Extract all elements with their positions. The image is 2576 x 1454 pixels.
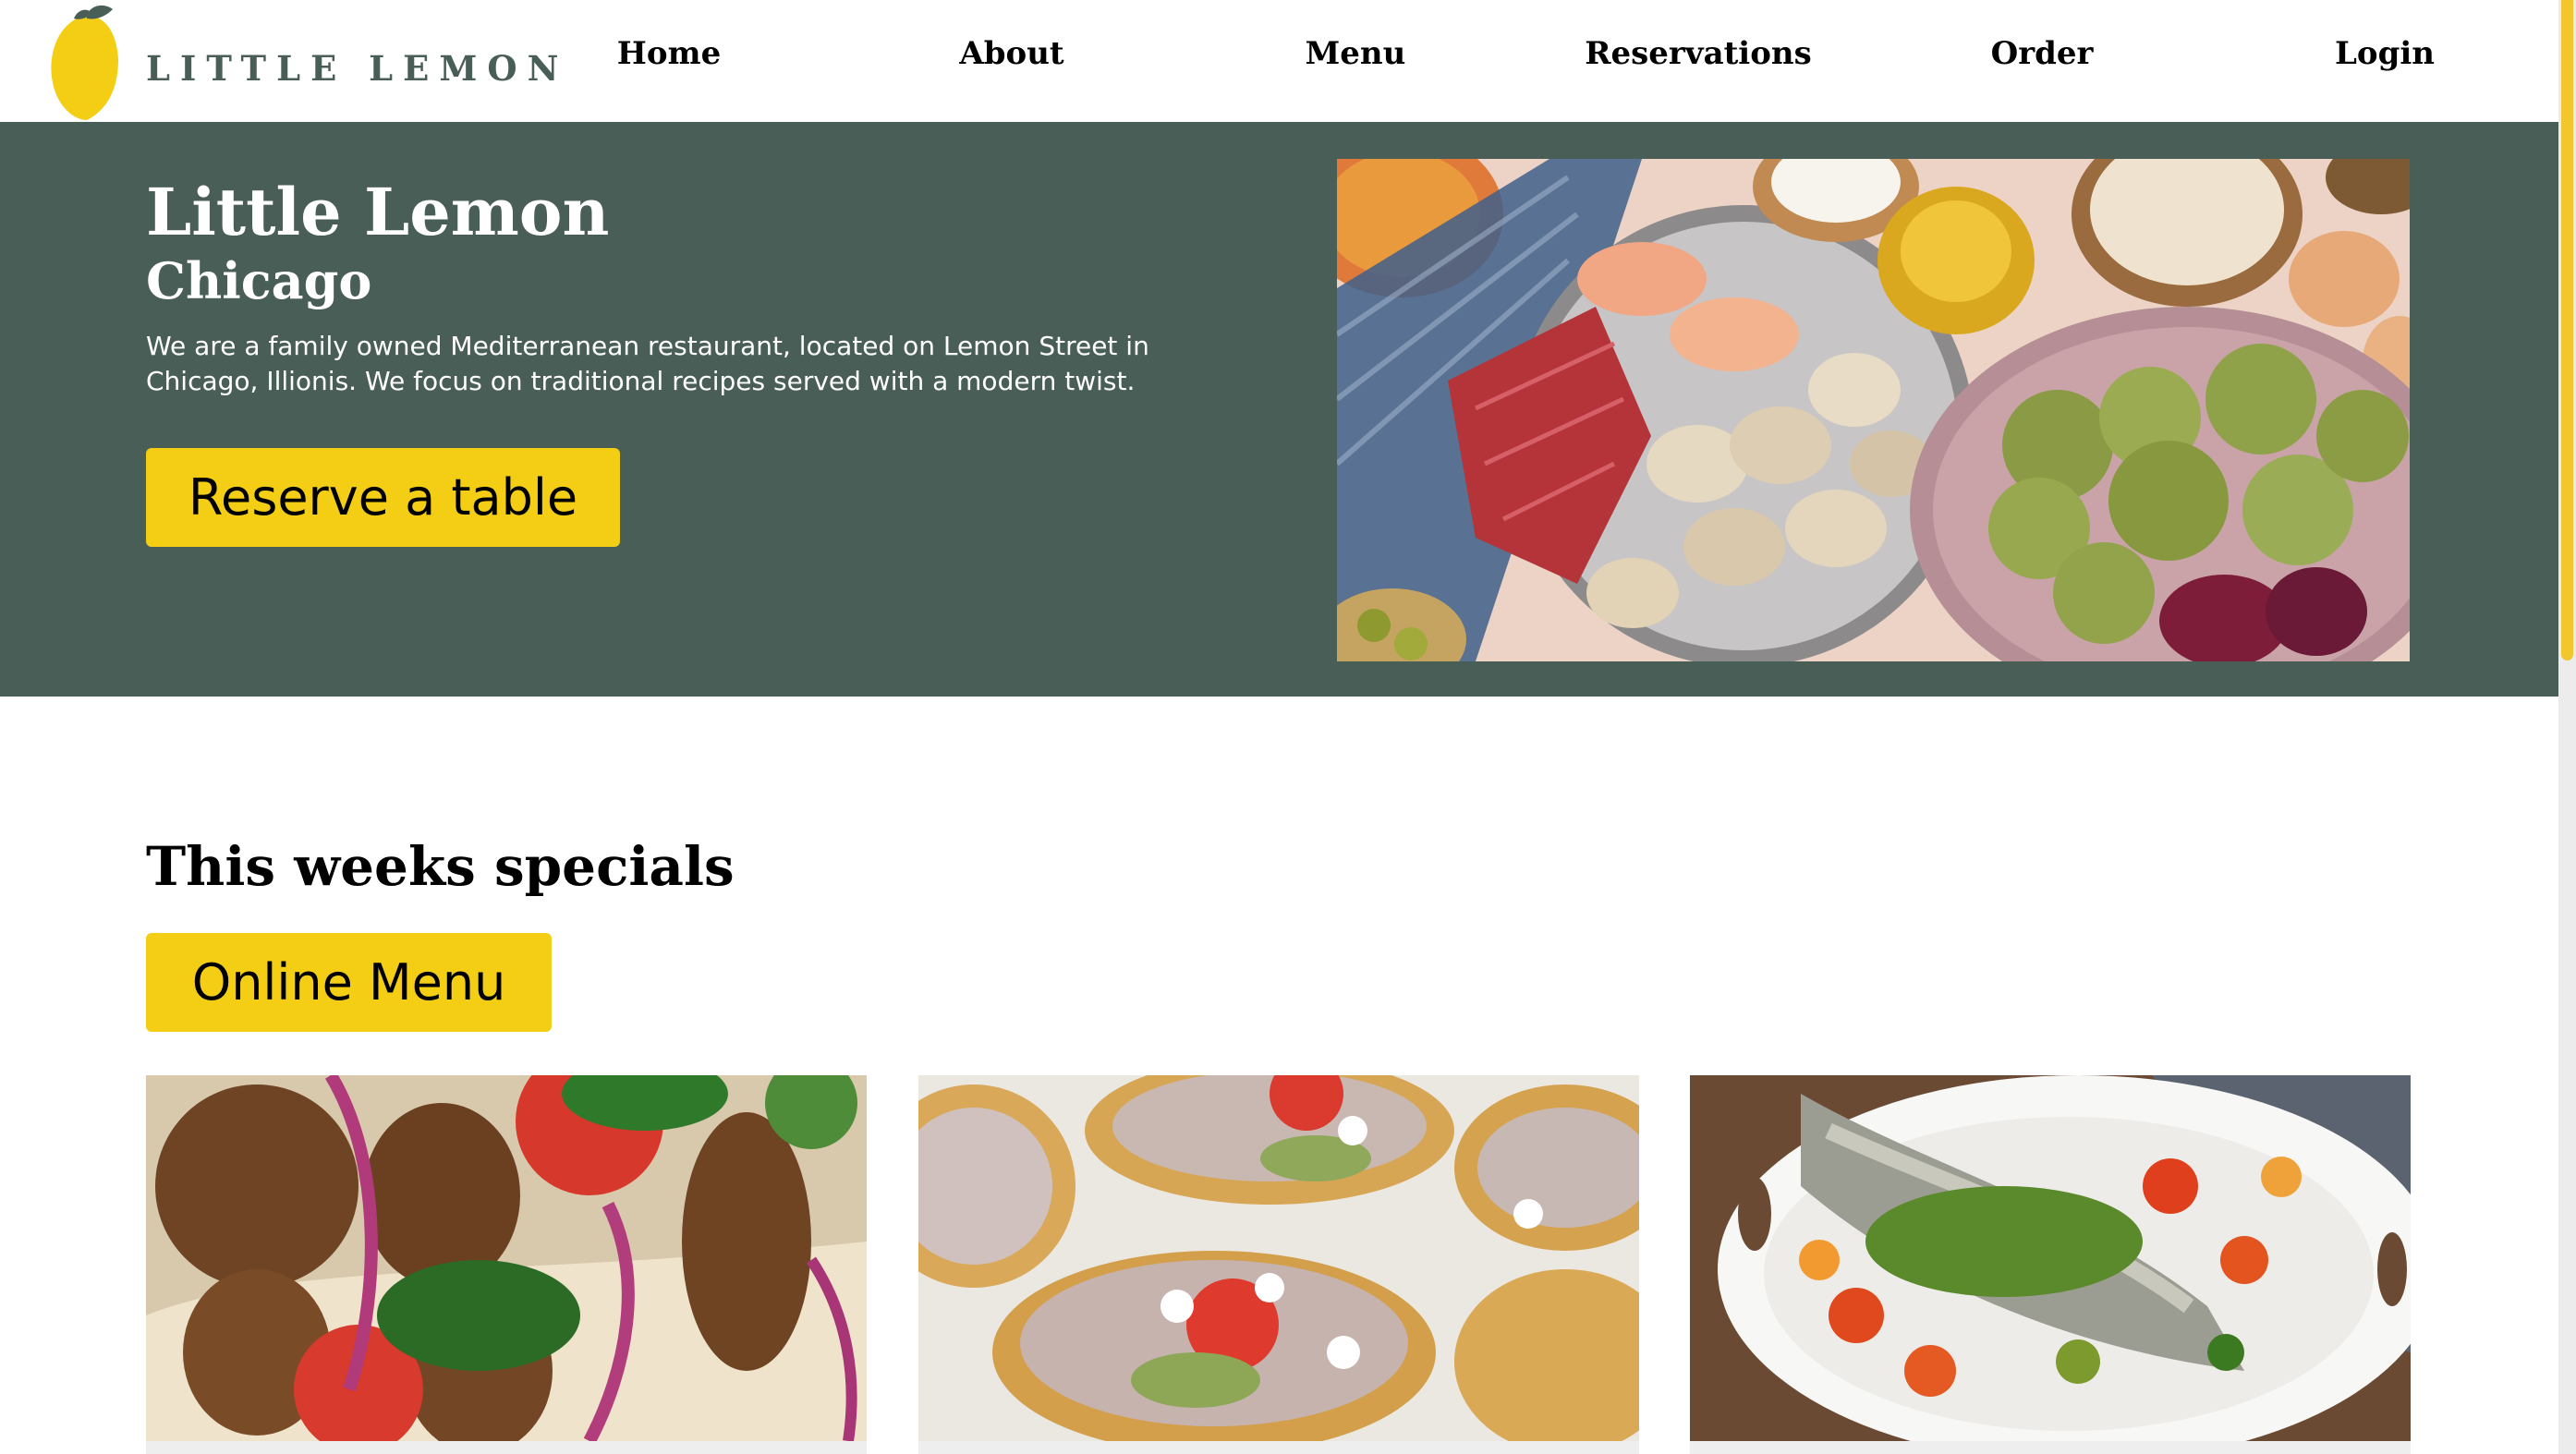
special-card[interactable] xyxy=(1690,1075,2411,1454)
hero-section: Little Lemon Chicago We are a family own… xyxy=(0,122,2558,697)
nav-order[interactable]: Order xyxy=(1991,35,2094,72)
online-menu-button[interactable]: Online Menu xyxy=(146,933,552,1032)
nav-reservations[interactable]: Reservations xyxy=(1585,35,1812,72)
nav-login[interactable]: Login xyxy=(2335,35,2435,72)
hero-food-image xyxy=(1337,159,2410,661)
bruschetta-image xyxy=(918,1075,1639,1441)
hero-description: We are a family owned Mediterranean rest… xyxy=(146,331,1149,396)
reserve-table-button[interactable]: Reserve a table xyxy=(146,448,620,547)
hero-subtitle: Chicago xyxy=(146,251,372,310)
scrollbar-thumb[interactable] xyxy=(2561,0,2573,660)
nav-about[interactable]: About xyxy=(959,35,1063,72)
card-footer xyxy=(146,1441,867,1454)
specials-title: This weeks specials xyxy=(146,835,735,898)
nav-home[interactable]: Home xyxy=(617,35,721,72)
special-card[interactable] xyxy=(146,1075,867,1454)
hero-title: Little Lemon xyxy=(146,174,610,250)
card-footer xyxy=(918,1441,1639,1454)
special-card[interactable] xyxy=(918,1075,1639,1454)
logo-text: LITTLE LEMON xyxy=(146,48,569,89)
falafel-image xyxy=(146,1075,867,1441)
nav-menu[interactable]: Menu xyxy=(1306,35,1406,72)
lemon-logo-icon xyxy=(51,5,118,120)
baked-fish-image xyxy=(1690,1075,2411,1441)
card-footer xyxy=(1690,1441,2411,1454)
logo[interactable]: LITTLE LEMON xyxy=(46,4,558,122)
site-header: LITTLE LEMON Home About Menu Reservation… xyxy=(0,0,2558,122)
